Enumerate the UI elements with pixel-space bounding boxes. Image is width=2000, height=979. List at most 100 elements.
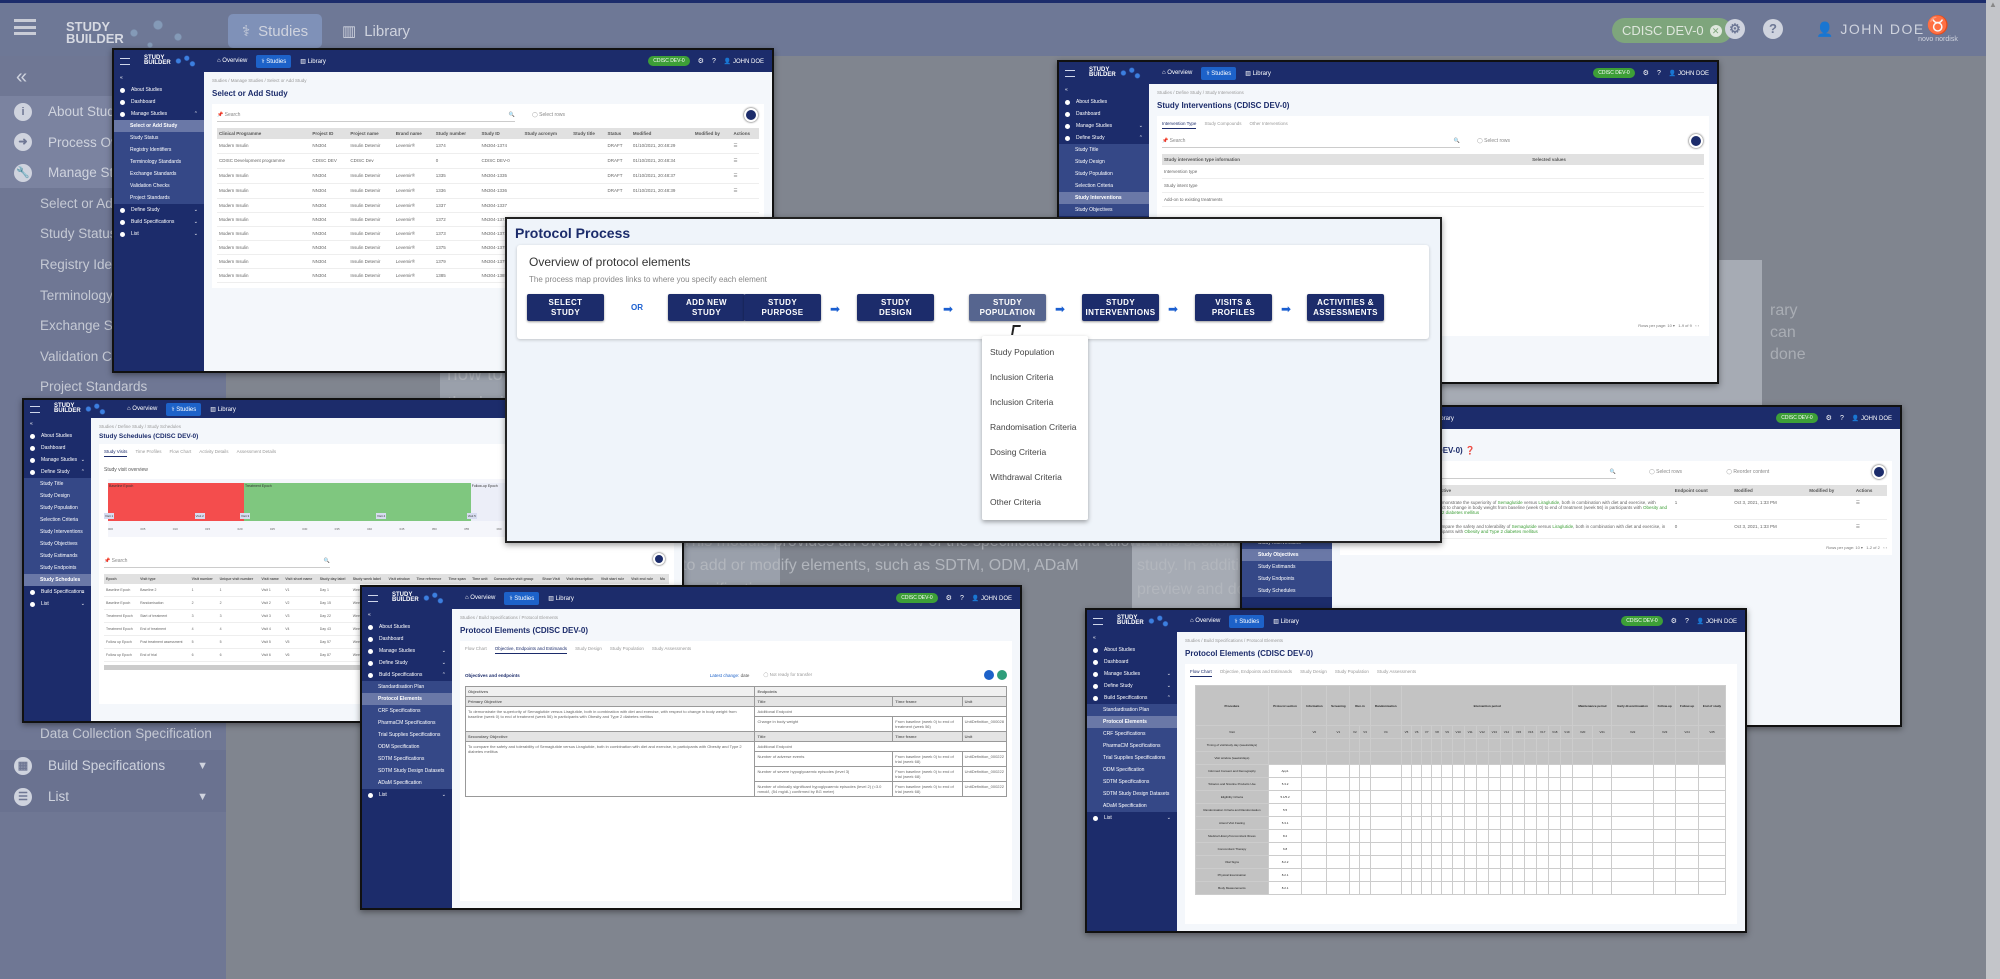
search-input[interactable]: 📌 Search🔍 (217, 109, 516, 122)
schedule-cell[interactable] (1511, 790, 1526, 804)
schedule-cell[interactable] (1560, 881, 1574, 895)
schedule-cell[interactable] (1572, 816, 1593, 830)
schedule-cell[interactable] (1675, 816, 1699, 830)
schedule-cell[interactable] (1499, 790, 1513, 804)
column-header[interactable]: Status (605, 128, 631, 139)
sidebar-item-study-interventions[interactable]: Study Interventions (24, 526, 91, 538)
column-header[interactable]: Endpoint count (1672, 485, 1733, 496)
schedule-cell[interactable] (1591, 842, 1613, 856)
column-header[interactable]: Visit name (259, 574, 284, 584)
sidebar-item-trial-supplies-specifications[interactable]: Trial Supplies Specifications (362, 729, 452, 741)
schedule-cell[interactable] (1697, 868, 1727, 882)
schedule-cell[interactable] (1451, 829, 1465, 843)
menu-icon[interactable] (1093, 617, 1103, 625)
schedule-cell[interactable] (1611, 855, 1654, 869)
schedule-cell[interactable] (1611, 764, 1654, 778)
schedule-cell[interactable] (1451, 816, 1465, 830)
sidebar-item-define-study[interactable]: Define Study ⌃ (1059, 132, 1149, 144)
schedule-cell[interactable] (1611, 790, 1654, 804)
gear-icon[interactable]: ⚙ (1725, 19, 1745, 39)
sidebar-item-pharmacm-specifications[interactable]: PharmaCM Specifications (362, 717, 452, 729)
schedule-cell[interactable] (1431, 842, 1443, 856)
nav-studies[interactable]: ⚕ Studies (228, 14, 323, 48)
schedule-cell[interactable] (1326, 777, 1351, 791)
study-env-badge[interactable]: CDISC DEV-0 (896, 593, 938, 603)
schedule-cell[interactable] (1591, 881, 1613, 895)
schedule-cell[interactable] (1548, 803, 1562, 817)
schedule-cell[interactable] (1652, 803, 1677, 817)
table-row[interactable]: CDISC Development programme CDISC DEV CDIS… (217, 153, 759, 169)
user-menu[interactable]: 👤 JOHN DOE (1669, 70, 1709, 77)
schedule-cell[interactable] (1441, 868, 1453, 882)
schedule-cell[interactable] (1349, 803, 1361, 817)
sidebar-item-odm-specification[interactable]: ODM Specification (1087, 764, 1177, 776)
schedule-cell[interactable] (1326, 803, 1351, 817)
schedule-cell[interactable] (1548, 790, 1562, 804)
schedule-cell[interactable] (1548, 829, 1562, 843)
schedule-cell[interactable] (1524, 764, 1538, 778)
menu-item-inclusion-criteria[interactable]: Inclusion Criteria (982, 364, 1088, 389)
sidebar-item-study-design[interactable]: Study Design (1059, 156, 1149, 168)
schedule-cell[interactable] (1301, 855, 1328, 869)
tab-objective-endpoints-and-estimands[interactable]: Objective, Endpoints and Estimands (1220, 669, 1292, 677)
sidebar-item-dashboard[interactable]: Dashboard (1059, 108, 1149, 120)
gear-icon[interactable]: ⚙ (698, 57, 704, 65)
schedule-cell[interactable] (1349, 881, 1361, 895)
schedule-cell[interactable] (1400, 816, 1413, 830)
prev-page-icon[interactable]: ‹ (1883, 545, 1884, 550)
study-env-badge[interactable]: CDISC DEV-0 (648, 56, 690, 66)
schedule-cell[interactable] (1431, 764, 1443, 778)
column-header[interactable]: Selected values (1530, 154, 1704, 165)
sidebar-item-sdtm-study-design-datasets[interactable]: SDTM Study Design Datasets (1087, 788, 1177, 800)
table-menu-button[interactable] (653, 553, 665, 565)
schedule-cell[interactable] (1536, 764, 1550, 778)
schedule-cell[interactable] (1499, 855, 1513, 869)
tab-flow-chart[interactable]: Flow Chart (465, 646, 487, 654)
schedule-cell[interactable] (1611, 803, 1654, 817)
sidebar-item-study-title[interactable]: Study Title (1059, 144, 1149, 156)
sidebar-item-build-specifications[interactable]: ▦ Build Specifications ▼ (0, 750, 226, 781)
procedure-row[interactable]: Attend Visit Fasting 5.3.1 (1195, 816, 1727, 830)
table-row[interactable]: Modern Insulin NN304 Insulin Detemir Levemi… (217, 139, 759, 154)
sidebar-item-define-study[interactable]: Define Study ⌄ (362, 657, 452, 669)
schedule-cell[interactable] (1548, 881, 1562, 895)
schedule-cell[interactable] (1499, 829, 1513, 843)
sidebar-item-dashboard[interactable]: Dashboard (1087, 656, 1177, 668)
schedule-cell[interactable] (1359, 790, 1371, 804)
column-header[interactable]: Visit short name (283, 574, 318, 584)
sidebar-item-manage-studies[interactable]: Manage Studies ⌄ (1087, 668, 1177, 680)
schedule-cell[interactable] (1560, 842, 1574, 856)
schedule-cell[interactable] (1400, 790, 1413, 804)
schedule-cell[interactable] (1572, 829, 1593, 843)
nav-library[interactable]: ▥ Library (205, 403, 241, 416)
schedule-cell[interactable] (1675, 764, 1699, 778)
menu-icon[interactable] (120, 57, 130, 65)
schedule-cell[interactable] (1463, 803, 1477, 817)
step-study-population-button[interactable]: STUDY POPULATION (969, 294, 1046, 321)
sidebar-item-protocol-elements[interactable]: Protocol Elements (362, 693, 452, 705)
sidebar-item-study-status[interactable]: Study Status (114, 132, 204, 144)
schedule-cell[interactable] (1536, 881, 1550, 895)
menu-item-other-criteria[interactable]: Other Criteria (982, 489, 1088, 514)
sidebar-item-study-population[interactable]: Study Population (1059, 168, 1149, 180)
schedule-cell[interactable] (1652, 855, 1677, 869)
schedule-cell[interactable] (1421, 764, 1433, 778)
procedure-row[interactable]: Physical Examination 8.2.1 (1195, 868, 1727, 882)
schedule-cell[interactable] (1421, 868, 1433, 882)
sidebar-item-crf-specifications[interactable]: CRF Specifications (362, 705, 452, 717)
sidebar-item-list[interactable]: List ⌄ (362, 789, 452, 801)
schedule-cell[interactable] (1524, 816, 1538, 830)
schedule-cell[interactable] (1400, 868, 1413, 882)
tab-study-design[interactable]: Study Design (575, 646, 602, 654)
visit-marker[interactable]: Visit 4 (376, 513, 387, 519)
schedule-cell[interactable] (1560, 829, 1574, 843)
schedule-cell[interactable] (1475, 881, 1489, 895)
schedule-cell[interactable] (1487, 816, 1501, 830)
procedure-row[interactable]: Vital Signs 8.2.2 (1195, 855, 1727, 869)
schedule-cell[interactable] (1572, 868, 1593, 882)
help-icon[interactable]: ? (960, 595, 964, 602)
schedule-cell[interactable] (1400, 829, 1413, 843)
tab-objective-endpoints-and-estimands[interactable]: Objective, Endpoints and Estimands (494, 646, 568, 654)
schedule-cell[interactable] (1359, 842, 1371, 856)
sidebar-item-study-estimands[interactable]: Study Estimands (24, 550, 91, 562)
